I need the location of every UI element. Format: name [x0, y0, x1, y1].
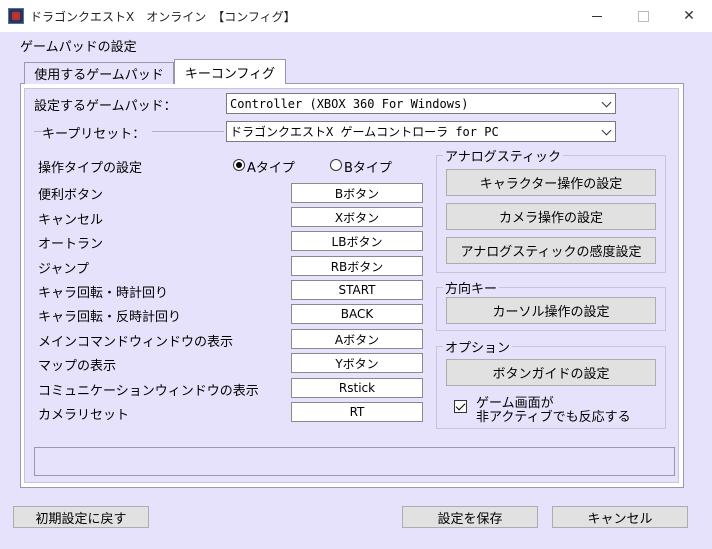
- analog-stick-title: アナログスティック: [443, 146, 563, 165]
- mapping-action-label: メインコマンドウィンドウの表示: [38, 335, 234, 350]
- mapping-key-field[interactable]: START: [291, 280, 423, 300]
- gamepad-settings-label: ゲームパッドの設定: [20, 40, 137, 55]
- button-guide-settings-button[interactable]: ボタンガイドの設定: [446, 359, 656, 386]
- mapping-key-field[interactable]: RT: [291, 402, 423, 422]
- cancel-button[interactable]: キャンセル: [552, 506, 688, 528]
- radio-type-b-label[interactable]: Bタイプ: [344, 157, 392, 176]
- description-box: [34, 447, 675, 476]
- tab-key-config[interactable]: キーコンフィグ: [174, 59, 286, 84]
- maximize-button[interactable]: [620, 0, 666, 32]
- mapping-key-field[interactable]: RBボタン: [291, 256, 423, 276]
- app-icon: [8, 8, 24, 24]
- chevron-down-icon: [601, 97, 612, 108]
- analog-sensitivity-button[interactable]: アナログスティックの感度設定: [446, 237, 656, 264]
- maximize-icon: [637, 10, 649, 22]
- minimize-icon: [592, 15, 602, 17]
- radio-type-a-label[interactable]: Aタイプ: [247, 157, 295, 176]
- options-title: オプション: [443, 337, 513, 356]
- mapping-key-field[interactable]: Yボタン: [291, 353, 423, 373]
- mapping-key-field[interactable]: Xボタン: [291, 207, 423, 227]
- cursor-control-button[interactable]: カーソル操作の設定: [446, 297, 656, 324]
- save-settings-button[interactable]: 設定を保存: [402, 506, 538, 528]
- gamepad-select-label: 設定するゲームパッド：: [34, 99, 177, 114]
- reset-defaults-button[interactable]: 初期設定に戻す: [13, 506, 149, 528]
- preset-select-value: ドラゴンクエストX ゲームコントローラ for PC: [230, 125, 499, 139]
- mapping-action-label: キャラ回転・反時計回り: [38, 310, 182, 325]
- mapping-action-label: ジャンプ: [38, 262, 89, 277]
- operation-type-label: 操作タイプの設定: [38, 161, 143, 176]
- mapping-action-label: コミュニケーションウィンドウの表示: [38, 384, 259, 399]
- radio-type-a[interactable]: [233, 159, 245, 171]
- background-input-checkbox[interactable]: [454, 400, 467, 413]
- divider: [152, 131, 224, 132]
- mapping-key-field[interactable]: BACK: [291, 304, 423, 324]
- mapping-action-label: キャラ回転・時計回り: [38, 286, 169, 301]
- preset-select-label: キープリセット：: [42, 127, 146, 142]
- mapping-action-label: 便利ボタン: [38, 188, 104, 203]
- minimize-button[interactable]: [574, 0, 620, 32]
- mapping-key-field[interactable]: Rstick: [291, 378, 423, 398]
- gamepad-select-value: Controller (XBOX 360 For Windows): [230, 96, 469, 111]
- mapping-action-label: キャンセル: [38, 213, 104, 228]
- mapping-key-field[interactable]: LBボタン: [291, 231, 423, 251]
- close-button[interactable]: ✕: [666, 0, 712, 32]
- mapping-action-label: カメラリセット: [38, 408, 130, 423]
- character-control-button[interactable]: キャラクター操作の設定: [446, 169, 656, 196]
- gamepad-select[interactable]: Controller (XBOX 360 For Windows): [226, 93, 616, 114]
- mapping-action-label: マップの表示: [38, 359, 117, 374]
- mapping-key-field[interactable]: Bボタン: [291, 183, 423, 203]
- radio-type-b[interactable]: [330, 159, 342, 171]
- close-icon: ✕: [683, 8, 695, 24]
- tab-gamepad-select[interactable]: 使用するゲームパッド: [24, 62, 174, 84]
- checkbox-label-line2[interactable]: 非アクティブでも反応する: [476, 406, 631, 425]
- chevron-down-icon: [601, 125, 612, 136]
- mapping-key-field[interactable]: Aボタン: [291, 329, 423, 349]
- window-title: ドラゴンクエストX オンライン 【コンフィグ】: [30, 10, 296, 24]
- mapping-action-label: オートラン: [38, 237, 104, 252]
- direction-key-title: 方向キー: [443, 278, 500, 297]
- camera-control-button[interactable]: カメラ操作の設定: [446, 203, 656, 230]
- preset-select[interactable]: ドラゴンクエストX ゲームコントローラ for PC: [226, 121, 616, 142]
